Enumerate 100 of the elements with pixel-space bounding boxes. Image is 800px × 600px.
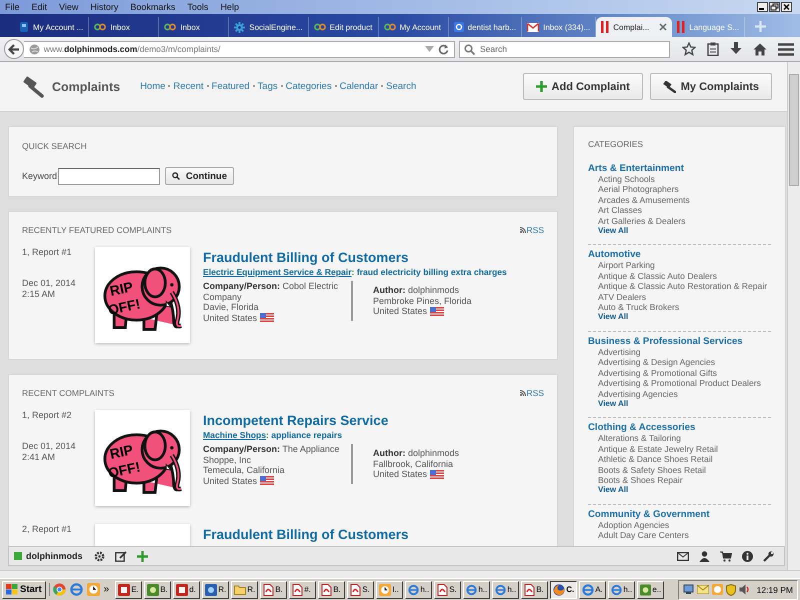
category-heading-link[interactable]: Automotive bbox=[588, 249, 771, 260]
start-button[interactable]: Start bbox=[2, 580, 46, 598]
taskbar-button[interactable]: B. bbox=[318, 580, 346, 598]
wrench-icon[interactable] bbox=[763, 550, 774, 562]
view-all-link[interactable]: View All bbox=[588, 485, 771, 496]
taskbar-button[interactable]: S. bbox=[434, 580, 462, 598]
download-icon[interactable] bbox=[730, 42, 742, 56]
close-icon[interactable] bbox=[781, 2, 792, 12]
category-link[interactable]: Advertising & Promotional Product Dealers bbox=[588, 378, 771, 388]
view-all-link[interactable]: View All bbox=[588, 312, 771, 323]
browser-tab[interactable]: Complai... bbox=[596, 17, 672, 37]
minimize-icon[interactable] bbox=[757, 2, 768, 12]
taskbar-button[interactable]: E. bbox=[115, 580, 142, 598]
category-link[interactable]: Aerial Photographers bbox=[588, 184, 771, 195]
taskbar-button[interactable]: h.. bbox=[463, 580, 490, 598]
taskbar-button[interactable]: B. bbox=[144, 580, 172, 598]
cart-icon[interactable] bbox=[720, 550, 732, 562]
category-heading-link[interactable]: Community & Government bbox=[588, 508, 771, 520]
category-link[interactable]: Antique & Classic Auto Dealers bbox=[588, 270, 771, 282]
taskbar-button[interactable]: #. bbox=[289, 580, 316, 598]
menu-item[interactable]: Tools bbox=[187, 2, 208, 12]
taskbar-button[interactable]: e.. bbox=[637, 580, 664, 598]
category-heading-link[interactable]: Clothing & Accessories bbox=[588, 422, 771, 434]
nav-link[interactable]: Categories bbox=[278, 81, 332, 92]
view-all-link[interactable]: View All bbox=[588, 226, 771, 236]
chrome-like-circle-icon[interactable] bbox=[52, 583, 66, 596]
category-link[interactable]: Advertising & Design Agencies bbox=[588, 357, 771, 368]
subject-link[interactable]: fraud electricity billing extra charges bbox=[356, 267, 507, 277]
nav-link[interactable]: Home bbox=[140, 81, 166, 92]
taskbar-button[interactable]: R. bbox=[202, 580, 230, 598]
horizontal-scrollbar[interactable] bbox=[0, 570, 800, 578]
user-icon[interactable] bbox=[699, 550, 710, 562]
category-link[interactable]: Airport Parking bbox=[588, 260, 771, 271]
complaint-title-link[interactable]: Fraudulent Billing of Customers bbox=[203, 527, 544, 542]
category-link[interactable]: Advertising bbox=[588, 346, 771, 358]
rss-link[interactable]: RSS bbox=[520, 388, 544, 398]
category-link[interactable]: Athletic & Dance Shoes Retail bbox=[588, 454, 771, 465]
more-button[interactable]: » bbox=[104, 584, 110, 595]
taskbar-button[interactable]: B. bbox=[260, 580, 288, 598]
vertical-scrollbar[interactable] bbox=[787, 62, 800, 570]
envelope-icon[interactable] bbox=[677, 552, 689, 560]
nav-link[interactable]: Calendar bbox=[332, 81, 378, 92]
category-link[interactable]: Acting Schools bbox=[588, 174, 771, 184]
network-icon[interactable] bbox=[682, 584, 694, 595]
edit-icon[interactable] bbox=[114, 550, 126, 562]
menu-item[interactable]: Help bbox=[220, 2, 239, 12]
clipboard-icon[interactable] bbox=[707, 42, 719, 56]
back-button[interactable] bbox=[4, 39, 24, 59]
taskbar-button[interactable]: C. bbox=[550, 580, 578, 598]
category-link[interactable]: Antique & Estate Jewelry Retail bbox=[588, 444, 771, 454]
settings-icon[interactable] bbox=[94, 550, 104, 562]
taskbar-button[interactable]: B. bbox=[521, 580, 548, 598]
taskbar-button[interactable]: A. bbox=[579, 580, 606, 598]
taskbar-button[interactable]: h.. bbox=[405, 580, 432, 598]
username-link[interactable]: dolphinmods bbox=[26, 551, 82, 561]
header-button[interactable]: Add Complaint bbox=[522, 73, 643, 100]
plus-icon[interactable] bbox=[136, 550, 148, 562]
category-link[interactable]: Art Classes bbox=[588, 205, 771, 216]
category-link[interactable]: Advertising & Promotional Gifts bbox=[588, 368, 771, 378]
category-link[interactable]: Arcades & Amusements bbox=[588, 194, 771, 206]
taskbar-button[interactable]: d. bbox=[173, 580, 200, 598]
category-link[interactable]: Art Galleries & Dealers bbox=[588, 216, 771, 226]
speaker-icon[interactable] bbox=[738, 584, 750, 595]
restore-icon[interactable] bbox=[769, 2, 780, 12]
category-link[interactable]: Advertising Agencies bbox=[588, 388, 771, 399]
reload-icon[interactable] bbox=[438, 44, 449, 54]
category-link[interactable]: Machine Shops bbox=[203, 430, 266, 440]
category-heading-link[interactable]: Arts & Entertainment bbox=[588, 163, 771, 174]
clock-icon[interactable] bbox=[86, 583, 100, 596]
menu-item[interactable]: File bbox=[5, 2, 20, 12]
menu-icon[interactable] bbox=[778, 42, 794, 56]
subject-link[interactable]: appliance repairs bbox=[271, 430, 342, 440]
category-link[interactable]: Auto & Truck Brokers bbox=[588, 302, 771, 312]
category-link[interactable]: Boots & Safety Shoes Retail bbox=[588, 464, 771, 475]
continue-button[interactable]: Continue bbox=[165, 167, 234, 185]
nav-link[interactable]: Tags bbox=[250, 81, 278, 92]
info-icon[interactable] bbox=[742, 550, 753, 562]
address-field[interactable]: www.dolphinmods.com/demo3/m/complaints/ bbox=[24, 40, 455, 58]
nav-link[interactable]: Featured bbox=[204, 81, 250, 92]
category-link[interactable]: Adult Day Care Centers bbox=[588, 530, 771, 541]
category-link[interactable]: Electric Equipment Service & Repair bbox=[203, 267, 352, 277]
category-link[interactable]: ATV Dealers bbox=[588, 292, 771, 302]
nav-link[interactable]: Recent bbox=[165, 81, 204, 92]
view-all-link[interactable]: View All bbox=[588, 398, 771, 410]
taskbar-button[interactable]: S. bbox=[347, 580, 374, 598]
rss-link[interactable]: RSS bbox=[520, 225, 544, 235]
taskbar-button[interactable]: R. bbox=[231, 580, 258, 598]
menu-item[interactable]: Bookmarks bbox=[130, 2, 176, 12]
category-link[interactable]: Adoption Agencies bbox=[588, 520, 771, 530]
menu-item[interactable]: Edit bbox=[32, 2, 48, 12]
category-heading-link[interactable]: Business & Professional Services bbox=[588, 336, 771, 347]
search-field[interactable]: Search bbox=[459, 40, 670, 58]
complaint-title-link[interactable]: Incompetent Repairs Service bbox=[203, 413, 544, 428]
menu-item[interactable]: View bbox=[59, 2, 78, 12]
nav-link[interactable]: Search bbox=[378, 81, 416, 92]
complaint-title-link[interactable]: Fraudulent Billing of Customers bbox=[203, 250, 544, 265]
keyword-input[interactable] bbox=[58, 168, 160, 184]
menu-item[interactable]: History bbox=[90, 2, 118, 12]
shield-icon[interactable] bbox=[726, 584, 736, 596]
star-icon[interactable] bbox=[682, 42, 696, 56]
